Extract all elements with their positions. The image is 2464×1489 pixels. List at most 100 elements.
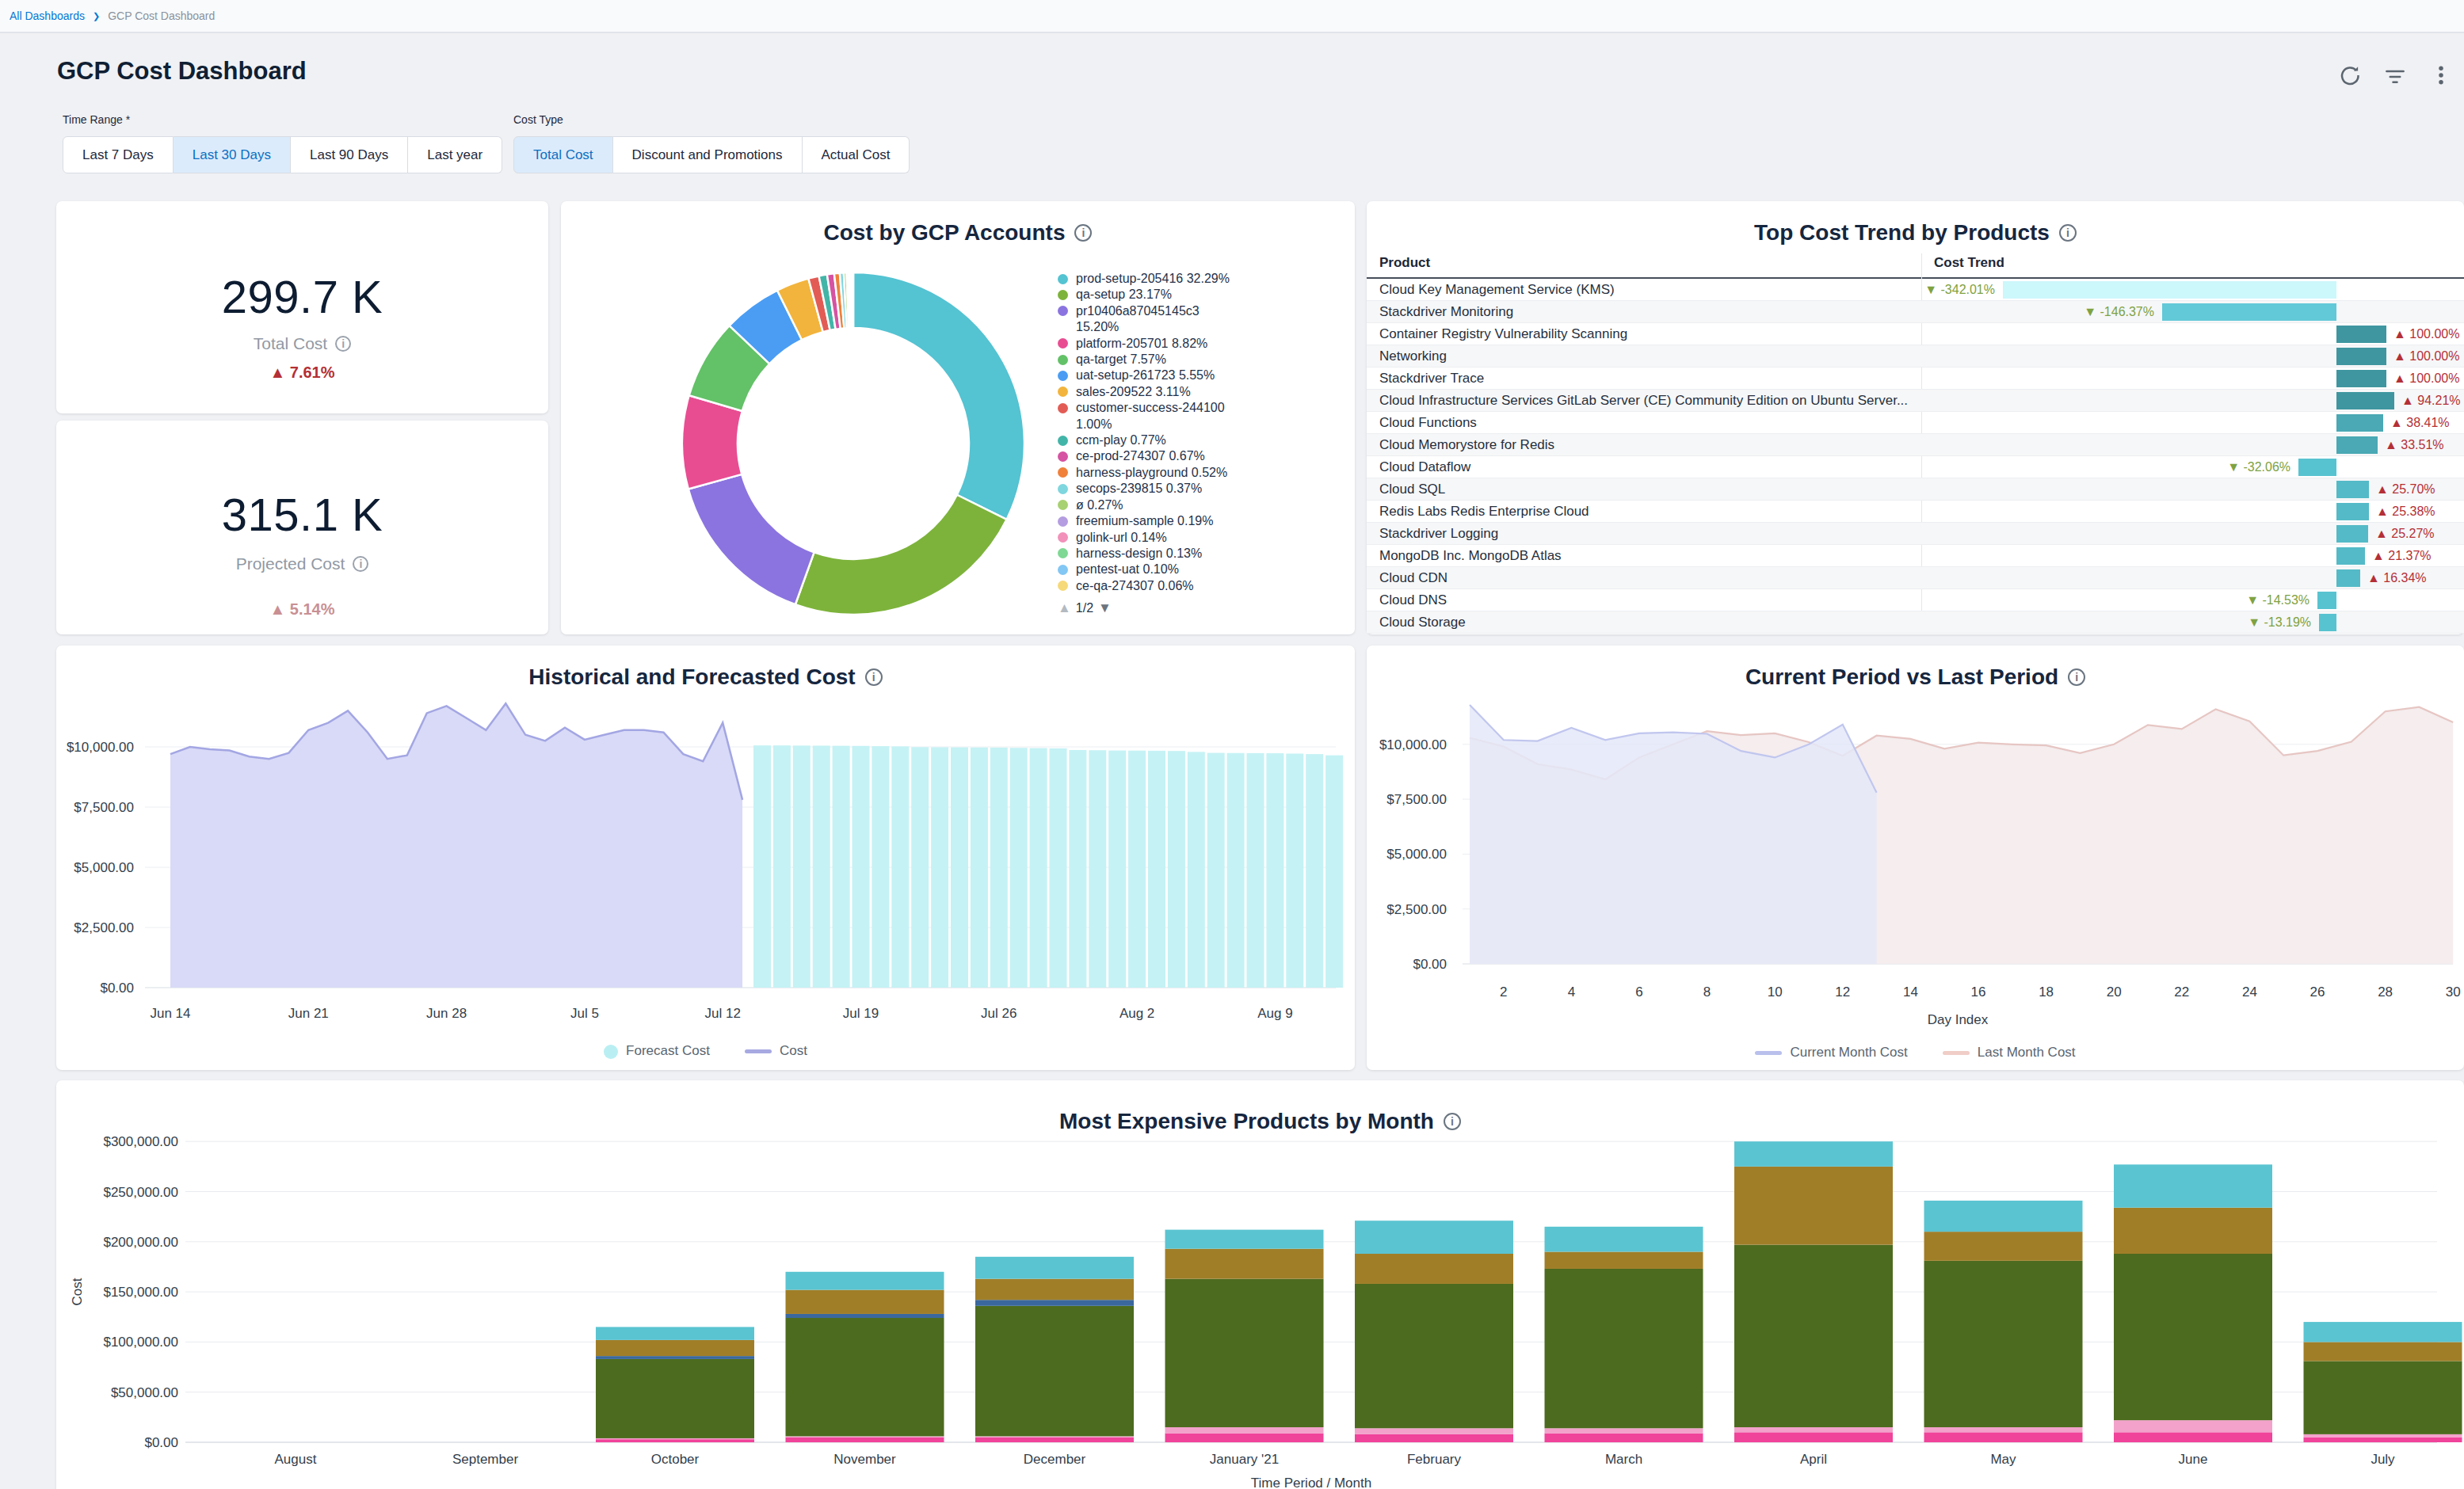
legend-item-harness-design[interactable]: harness-design 0.13% [1058, 546, 1337, 562]
legend-item-platform-205701[interactable]: platform-205701 8.82% [1058, 336, 1337, 352]
trend-change-label: ▲ 94.21% [2401, 390, 2461, 411]
svg-text:$300,000.00: $300,000.00 [103, 1134, 178, 1149]
svg-text:14: 14 [1903, 984, 1918, 1000]
legend-dot [1058, 581, 1068, 591]
filter-button[interactable] [2383, 63, 2407, 87]
trend-bar [2319, 614, 2336, 631]
legend-item-qa-target[interactable]: qa-target 7.57% [1058, 352, 1337, 367]
legend-current-month[interactable]: Current Month Cost [1755, 1045, 1907, 1061]
legend-item-ø[interactable]: ø 0.27% [1058, 497, 1337, 513]
svg-text:12: 12 [1835, 984, 1850, 1000]
legend-item-qa-setup[interactable]: qa-setup 23.17% [1058, 287, 1337, 303]
legend-item-customer-success-244100[interactable]: customer-success-2441001.00% [1058, 400, 1337, 432]
legend-item-pentest-uat[interactable]: pentest-uat 0.10% [1058, 562, 1337, 577]
time-range-option-last-year[interactable]: Last year [408, 136, 502, 173]
trend-bar-zone: ▲ 25.38% [1921, 501, 2464, 522]
trend-change-label: ▼ -32.06% [2227, 456, 2290, 478]
donut-slice-ce-qa-274307[interactable] [852, 272, 853, 328]
trend-change-label: ▲ 25.38% [2376, 501, 2435, 522]
total-cost-delta: ▲ 7.61% [56, 364, 548, 385]
comparison-card-title: Current Period vs Last Periodi [1367, 665, 2464, 690]
svg-text:$0.00: $0.00 [1413, 957, 1447, 972]
trend-product-name: Cloud Memorystore for Redis [1379, 434, 1910, 455]
donut-slice-pr10406a87045145c3[interactable] [688, 474, 814, 604]
legend-label: golink-url 0.14% [1076, 530, 1167, 546]
svg-text:30: 30 [2446, 984, 2461, 1000]
donut-slice-qa-setup[interactable] [795, 495, 1007, 615]
time-range-option-last-30-days[interactable]: Last 30 Days [174, 136, 291, 173]
info-icon[interactable]: i [2068, 668, 2085, 686]
svg-text:$10,000.00: $10,000.00 [1379, 737, 1447, 752]
donut-slice-platform-205701[interactable] [682, 395, 742, 489]
legend-last-month[interactable]: Last Month Cost [1943, 1045, 2076, 1061]
page-title: GCP Cost Dashboard [57, 57, 307, 86]
svg-text:August: August [275, 1452, 317, 1467]
trend-bar [2162, 303, 2336, 321]
trend-product-name: Networking [1379, 345, 1910, 367]
legend-item-secops-239815[interactable]: secops-239815 0.37% [1058, 481, 1337, 497]
svg-text:16: 16 [1971, 984, 1986, 1000]
trend-bar-zone: ▲ 25.70% [1921, 478, 2464, 500]
trend-bar-zone: ▼ -13.19% [1921, 611, 2464, 633]
donut-card-title: Cost by GCP Accountsi [561, 220, 1355, 246]
legend-page-up[interactable]: ▲ [1058, 600, 1071, 616]
monthly-card-title: Most Expensive Products by Monthi [56, 1109, 2464, 1134]
legend-item-sales-209522[interactable]: sales-209522 3.11% [1058, 384, 1337, 400]
svg-text:20: 20 [2107, 984, 2122, 1000]
legend-dot [1058, 516, 1068, 527]
svg-text:$2,500.00: $2,500.00 [74, 920, 134, 935]
trend-row-7: Cloud Functions▲ 38.41% [1367, 412, 2464, 434]
time-range-option-last-7-days[interactable]: Last 7 Days [63, 136, 174, 173]
legend-item-golink-url[interactable]: golink-url 0.14% [1058, 530, 1337, 546]
legend-dot [1058, 306, 1068, 316]
svg-text:24: 24 [2242, 984, 2257, 1000]
legend-item-harness-playground[interactable]: harness-playground 0.52% [1058, 465, 1337, 481]
cost-type-option-actual-cost[interactable]: Actual Cost [803, 136, 910, 173]
legend-item-ccm-play[interactable]: ccm-play 0.77% [1058, 432, 1337, 448]
legend-item-uat-setup-261723[interactable]: uat-setup-261723 5.55% [1058, 367, 1337, 383]
svg-text:$2,500.00: $2,500.00 [1386, 902, 1447, 917]
svg-text:November: November [833, 1452, 896, 1467]
trend-bar [2336, 348, 2386, 365]
legend-item-ce-qa-274307[interactable]: ce-qa-274307 0.06% [1058, 578, 1337, 594]
trend-product-name: Stackdriver Monitoring [1379, 301, 1910, 322]
info-icon[interactable]: i [1074, 224, 1092, 242]
cost-type-option-total-cost[interactable]: Total Cost [513, 136, 613, 173]
cost-type-option-discount-and-promotions[interactable]: Discount and Promotions [613, 136, 803, 173]
svg-text:$7,500.00: $7,500.00 [74, 800, 134, 815]
svg-text:$200,000.00: $200,000.00 [103, 1235, 178, 1250]
more-options-button[interactable] [2429, 63, 2453, 87]
svg-text:September: September [452, 1452, 518, 1467]
legend-dot [1058, 467, 1068, 478]
time-range-selector: Last 7 DaysLast 30 DaysLast 90 DaysLast … [63, 136, 502, 173]
trend-change-label: ▲ 100.00% [2393, 345, 2459, 367]
legend-item-freemium-sample[interactable]: freemium-sample 0.19% [1058, 513, 1337, 529]
svg-text:Aug 2: Aug 2 [1119, 1006, 1154, 1021]
info-icon[interactable]: i [335, 336, 351, 352]
trend-bar [2336, 436, 2378, 454]
trend-bar [2336, 569, 2360, 587]
legend-item-ce-prod-274307[interactable]: ce-prod-274307 0.67% [1058, 448, 1337, 464]
trend-change-label: ▲ 38.41% [2390, 412, 2450, 433]
trend-bar-zone: ▲ 100.00% [1921, 345, 2464, 367]
trend-row-8: Cloud Memorystore for Redis▲ 33.51% [1367, 434, 2464, 456]
info-icon[interactable]: i [353, 556, 368, 572]
info-icon[interactable]: i [1444, 1113, 1461, 1130]
trend-row-15: Cloud DNS▼ -14.53% [1367, 589, 2464, 611]
breadcrumb-link-all-dashboards[interactable]: All Dashboards [10, 10, 85, 22]
legend-cost[interactable]: Cost [745, 1043, 807, 1059]
legend-page-down[interactable]: ▼ [1098, 600, 1112, 616]
info-icon[interactable]: i [2059, 224, 2077, 242]
refresh-button[interactable] [2337, 63, 2361, 87]
legend-item-pr10406a87045145c3[interactable]: pr10406a87045145c315.20% [1058, 303, 1337, 336]
last-month-swatch [1943, 1051, 1970, 1055]
trend-change-label: ▲ 21.37% [2372, 545, 2432, 566]
svg-text:26: 26 [2310, 984, 2325, 1000]
legend-item-prod-setup-205416[interactable]: prod-setup-205416 32.29% [1058, 271, 1337, 287]
legend-forecast-cost[interactable]: Forecast Cost [604, 1043, 710, 1059]
info-icon[interactable]: i [865, 668, 883, 686]
trend-product-name: Cloud DNS [1379, 589, 1910, 611]
time-range-option-last-90-days[interactable]: Last 90 Days [291, 136, 408, 173]
donut-slice-prod-setup-205416[interactable] [853, 272, 1024, 520]
legend-label: ce-prod-274307 0.67% [1076, 448, 1205, 464]
